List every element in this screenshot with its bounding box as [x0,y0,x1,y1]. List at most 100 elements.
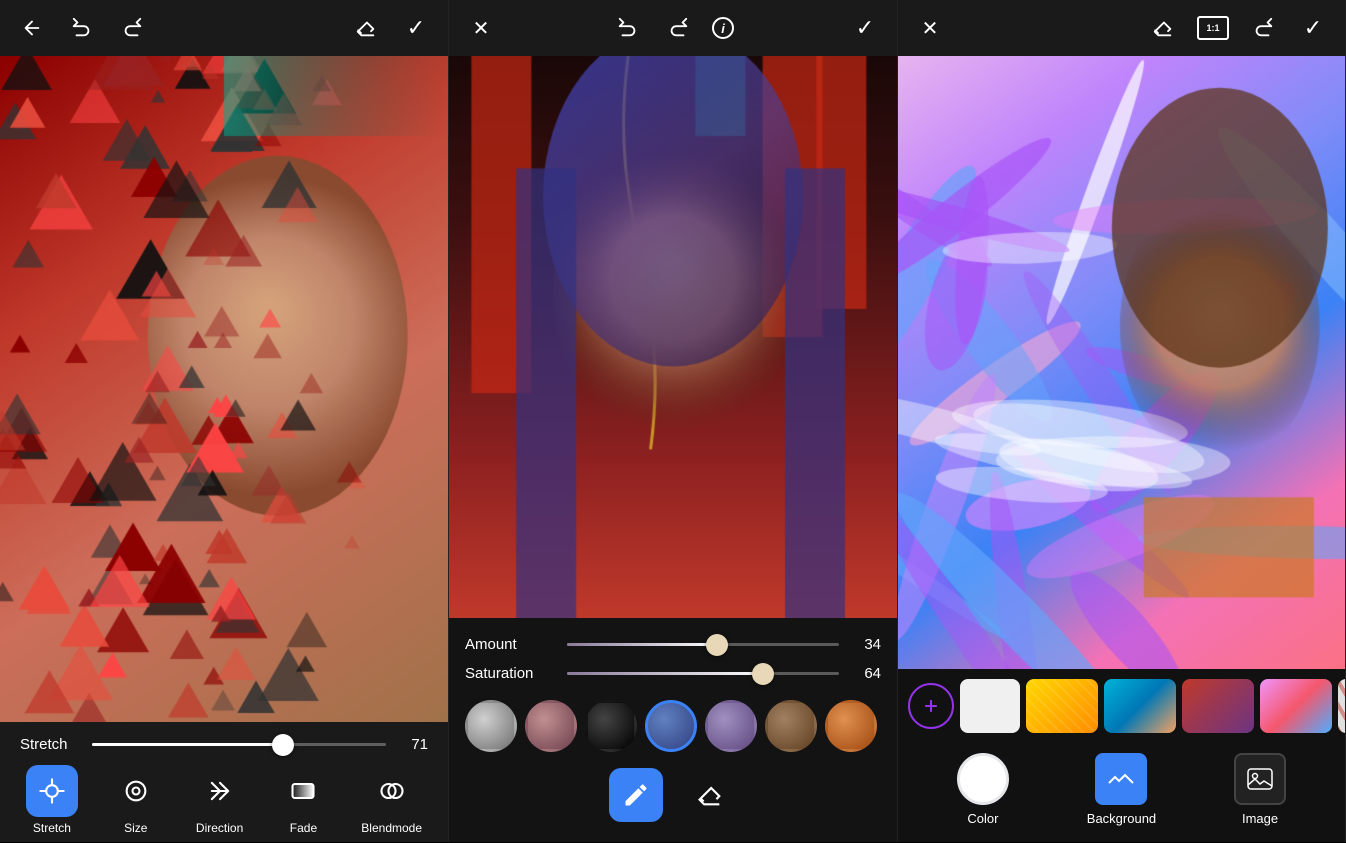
tool-direction[interactable]: Direction [194,765,246,835]
hair-swatch-brown[interactable] [765,700,817,752]
image-tool-label: Image [1242,811,1278,826]
saturation-value: 64 [851,665,881,682]
panel3-toolbar-left: ✕ [914,12,946,44]
panel3-toolbar: ✕ 1:1 ✓ [898,0,1345,56]
panel3-photo-area [898,56,1345,669]
panel-stretch: ✓ Stretch 71 Stretch [0,0,449,842]
amount-value: 34 [851,636,881,653]
bg-swatch-red[interactable] [1182,679,1254,733]
panel2-photo [449,56,897,618]
saturation-track[interactable] [567,672,839,675]
panel1-toolbar: ✓ [0,0,448,56]
panel3-toolbar-right: 1:1 ✓ [1147,12,1329,44]
hair-swatch-black[interactable] [585,700,637,752]
hair-swatch-mauve[interactable] [525,700,577,752]
hair-swatch-silver[interactable] [465,700,517,752]
stretch-thumb[interactable] [272,734,294,756]
confirm-button-p3[interactable]: ✓ [1297,12,1329,44]
direction-tool-label: Direction [196,821,243,835]
panel3-photo [898,56,1345,669]
bg-swatch-blue[interactable] [1104,679,1176,733]
panel2-canvas [449,56,897,618]
eraser-button-p1[interactable] [350,12,382,44]
stretch-track[interactable] [92,743,386,746]
panel3-canvas [898,56,1345,669]
panel2-toolbar: ✕ i ✓ [449,0,897,56]
stretch-slider-row: Stretch 71 [10,722,438,761]
saturation-fill [567,672,763,675]
panel1-photo-area [0,56,448,722]
back-button[interactable] [16,12,48,44]
redo-button-p2[interactable] [662,12,694,44]
color-tool-label: Color [967,811,998,826]
fade-tool-label: Fade [290,821,317,835]
panel-background: ✕ 1:1 ✓ [898,0,1346,842]
aspect-ratio-button[interactable]: 1:1 [1197,16,1229,40]
tool-blendmode[interactable]: Blendmode [361,765,422,835]
saturation-thumb[interactable] [752,663,774,685]
direction-icon-wrap [194,765,246,817]
rotate-button-p3[interactable] [1247,12,1279,44]
panel2-toolbar-right: ✓ [849,12,881,44]
background-tool-label: Background [1087,811,1156,826]
stretch-fill [92,743,283,746]
tool-size[interactable]: Size [110,765,162,835]
blendmode-icon-wrap [366,765,418,817]
bg-swatch-pink[interactable] [1260,679,1332,733]
panel3-tools-row: Color Background [898,743,1345,842]
info-button-p2[interactable]: i [712,17,734,39]
tool-background[interactable]: Background [1087,753,1156,826]
amount-fill [567,643,717,646]
blendmode-tool-label: Blendmode [361,821,422,835]
stretch-label: Stretch [20,736,80,753]
panel1-bottom-bar: Stretch 71 Stretch Size [0,722,448,842]
bg-swatch-white[interactable] [960,679,1020,733]
bg-swatch-yellow[interactable] [1026,679,1098,733]
close-button-p3[interactable]: ✕ [914,12,946,44]
hair-colors-row [465,688,881,760]
tool-image[interactable]: Image [1234,753,1286,826]
panel1-tools-row: Stretch Size Direction [10,761,438,843]
panel2-bottom-controls: Amount 34 Saturation 64 [449,618,897,842]
saturation-label: Saturation [465,665,555,682]
panel2-photo-area [449,56,897,618]
panel1-toolbar-right: ✓ [350,12,432,44]
amount-thumb[interactable] [706,634,728,656]
background-swatches-row [898,669,1345,743]
stretch-tool-label: Stretch [33,821,71,835]
eraser-button-p3[interactable] [1147,12,1179,44]
undo-button-p2[interactable] [612,12,644,44]
redo-button[interactable] [116,12,148,44]
tool-stretch[interactable]: Stretch [26,765,78,835]
close-button-p2[interactable]: ✕ [465,12,497,44]
saturation-row: Saturation 64 [465,659,881,688]
panel2-toolbar-left: ✕ [465,12,497,44]
amount-track[interactable] [567,643,839,646]
hair-swatch-copper[interactable] [825,700,877,752]
confirm-button-p1[interactable]: ✓ [400,12,432,44]
panel-hair-color: ✕ i ✓ Amount 34 Satur [449,0,898,842]
panel1-toolbar-left [16,12,148,44]
size-tool-label: Size [124,821,147,835]
undo-button[interactable] [66,12,98,44]
stretch-value: 71 [398,736,428,753]
hair-swatch-blue[interactable] [645,700,697,752]
background-tool-icon [1095,753,1147,805]
confirm-button-p2[interactable]: ✓ [849,12,881,44]
color-tool-icon [957,753,1009,805]
size-icon-wrap [110,765,162,817]
panel3-bottom-controls: Color Background [898,669,1345,842]
add-background-button[interactable] [908,683,954,729]
fade-icon-wrap [277,765,329,817]
panel2-toolbar-center: i [612,12,734,44]
amount-label: Amount [465,636,555,653]
panel1-canvas [0,56,448,722]
eraser-brush-button[interactable] [683,768,737,822]
tool-fade[interactable]: Fade [277,765,329,835]
hair-swatch-lavender[interactable] [705,700,757,752]
brush-button[interactable] [609,768,663,822]
tool-color[interactable]: Color [957,753,1009,826]
bg-swatch-triangle[interactable] [1338,679,1345,733]
stretch-icon-wrap [26,765,78,817]
brush-tools-row [465,760,881,830]
